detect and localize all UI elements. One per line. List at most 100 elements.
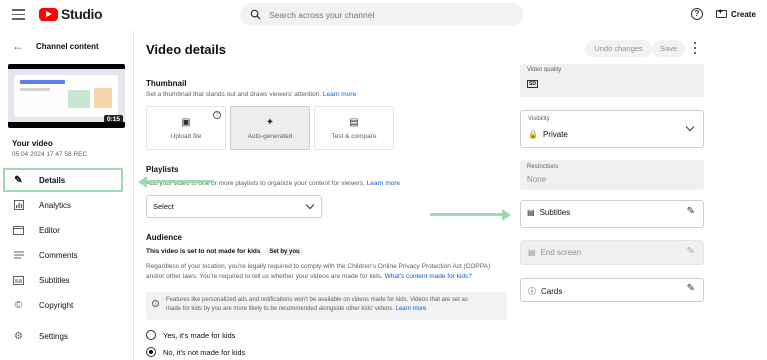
analytics-icon — [13, 200, 24, 211]
create-label: Create — [731, 9, 756, 19]
logo-text: Studio — [61, 6, 103, 22]
back-label: Channel content — [36, 41, 99, 51]
radio-label: No, it's not made for kids — [163, 347, 246, 357]
end-screen-card[interactable]: ▤ End screen ✎ — [520, 240, 704, 265]
test-compare-icon: ▤ — [349, 116, 359, 128]
audience-desc2-text: and/or other laws. You're required to te… — [146, 273, 383, 280]
main-content: Video details Undo changes Save Thumbnai… — [134, 30, 767, 360]
youtube-logo-icon — [39, 7, 58, 21]
playlist-select[interactable]: Select — [146, 195, 322, 218]
sidebar-item-copyright[interactable]: © Copyright — [0, 293, 134, 317]
menu-icon[interactable] — [12, 9, 25, 20]
sparkle-icon: ✦ — [265, 116, 275, 128]
subtitles-icon — [13, 275, 24, 286]
subtitles-row: ▤ Subtitles — [527, 208, 570, 217]
edit-end-screen-pencil-icon[interactable]: ✎ — [687, 246, 695, 257]
cards-label: Cards — [541, 287, 563, 296]
video-quality-card: Video quality SD — [520, 64, 704, 97]
more-options-icon[interactable] — [692, 42, 698, 54]
page-title: Video details — [146, 42, 226, 57]
radio-made-for-kids[interactable]: Yes, it's made for kids — [146, 330, 235, 340]
visibility-dropdown[interactable]: Visibility 🔒 Private — [520, 110, 704, 148]
info-icon: i — [152, 300, 159, 307]
playlist-select-value: Select — [153, 202, 174, 211]
video-quality-label: Video quality — [527, 67, 562, 73]
radio-not-made-for-kids[interactable]: No, it's not made for kids — [146, 347, 245, 357]
radio-button[interactable] — [146, 330, 156, 340]
undo-changes-button[interactable]: Undo changes — [585, 40, 652, 57]
kids-notice: i Features like personalized ads and not… — [146, 292, 507, 320]
create-button[interactable]: Create — [716, 6, 756, 22]
sidebar-item-settings[interactable]: ⚙ Settings — [0, 324, 134, 348]
back-to-channel-content[interactable]: ← Channel content — [12, 39, 99, 53]
notice-line2: made for kids by you are more likely to … — [166, 305, 501, 314]
sidebar-item-subtitles[interactable]: Subtitles — [0, 268, 134, 292]
thumbnail-desc-text: Set a thumbnail that stands out and draw… — [146, 91, 322, 98]
studio-logo[interactable]: Studio — [39, 6, 103, 22]
pencil-icon: ✎ — [14, 174, 23, 186]
subtitles-label: Subtitles — [539, 208, 571, 217]
sidebar-item-analytics[interactable]: Analytics — [0, 193, 134, 217]
search-bar[interactable] — [240, 3, 523, 26]
sidebar: ← Channel content 0:15 Your video 05 04 … — [0, 30, 134, 360]
editor-icon — [13, 225, 24, 236]
sidebar-item-label: Settings — [39, 331, 68, 341]
top-bar: Studio ? Create — [0, 0, 767, 30]
search-input[interactable] — [269, 9, 509, 20]
audience-status: This video is set to not made for kids S… — [146, 248, 304, 256]
subtitles-card[interactable]: ▤ Subtitles ✎ — [520, 200, 704, 228]
edit-subtitles-pencil-icon[interactable]: ✎ — [687, 206, 695, 217]
audience-heading: Audience — [146, 233, 183, 242]
radio-button-selected[interactable] — [146, 347, 156, 357]
save-button[interactable]: Save — [652, 40, 685, 57]
lock-icon: 🔒 — [528, 130, 538, 139]
cards-info-icon: ⓘ — [528, 287, 536, 296]
sidebar-item-label: Copyright — [39, 300, 74, 310]
sidebar-item-label: Comments — [39, 250, 78, 260]
annotation-arrow-details — [148, 180, 214, 183]
annotation-arrowhead-left — [138, 175, 147, 188]
subtitles-icon: ▤ — [527, 208, 535, 217]
annotation-arrow-subtitles — [430, 213, 503, 216]
restrictions-label: Restrictions — [527, 164, 559, 170]
made-for-kids-link[interactable]: What's content made for kids? — [385, 273, 472, 280]
thumbnail-learn-more-link[interactable]: Learn more — [323, 91, 356, 98]
option-label: Auto-generated — [247, 132, 293, 140]
upload-file-option[interactable]: ▣ Upload file ? — [146, 106, 226, 150]
annotation-arrowhead-right — [502, 208, 511, 221]
video-filename: 05 04 2024 17 47 58 REC — [12, 151, 88, 158]
audience-status-text: This video is set to not made for kids — [146, 248, 261, 255]
cards-row: ⓘ Cards — [528, 286, 562, 297]
audience-desc-line2: and/or other laws. You're required to te… — [146, 273, 472, 280]
sidebar-item-label: Editor — [39, 225, 60, 235]
radio-label: Yes, it's made for kids — [163, 330, 236, 340]
playlists-heading: Playlists — [146, 165, 179, 174]
info-icon[interactable]: ? — [213, 111, 221, 119]
create-video-icon — [716, 7, 727, 18]
sidebar-item-label: Subtitles — [39, 275, 70, 285]
end-screen-icon: ▤ — [528, 248, 536, 257]
test-compare-option[interactable]: ▤ Test & compare — [314, 106, 394, 150]
video-quality-value: SD — [527, 78, 538, 88]
cards-card[interactable]: ⓘ Cards ✎ — [520, 278, 704, 302]
notice-learn-more-link[interactable]: Learn more — [396, 306, 427, 312]
sd-badge: SD — [527, 80, 538, 88]
auto-generated-option[interactable]: ✦ Auto-generated — [230, 106, 310, 150]
sidebar-item-details[interactable]: ✎ Details — [3, 168, 123, 192]
gear-icon: ⚙ — [14, 330, 23, 342]
sidebar-item-editor[interactable]: Editor — [0, 218, 134, 242]
back-arrow-icon: ← — [12, 39, 24, 53]
comments-icon — [13, 250, 24, 261]
video-duration: 0:15 — [104, 115, 124, 124]
sidebar-item-comments[interactable]: Comments — [0, 243, 134, 267]
chevron-down-icon — [685, 122, 695, 132]
edit-cards-pencil-icon[interactable]: ✎ — [687, 283, 695, 294]
search-icon — [250, 9, 261, 20]
help-icon[interactable]: ? — [691, 8, 703, 20]
thumbnail-heading: Thumbnail — [146, 79, 187, 88]
playlists-learn-more-link[interactable]: Learn more — [367, 180, 400, 187]
end-screen-row: ▤ End screen — [528, 248, 581, 257]
visibility-value: 🔒 Private — [528, 130, 568, 139]
visibility-label: Visibility — [528, 116, 550, 122]
visibility-value-text: Private — [542, 130, 568, 139]
